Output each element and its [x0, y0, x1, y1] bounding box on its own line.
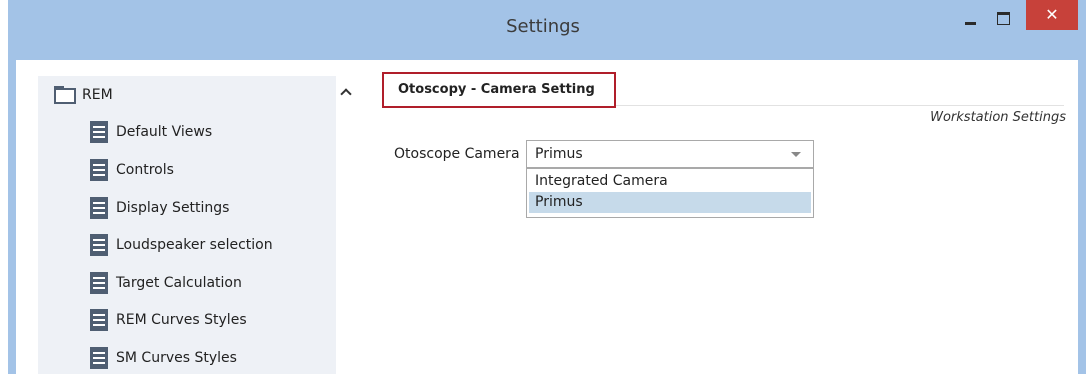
close-button[interactable]: ✕ [1026, 0, 1078, 30]
document-icon [90, 309, 108, 331]
settings-tree: REM Default Views Controls Display Setti… [16, 60, 358, 374]
settings-panel: Otoscopy - Camera Setting Workstation Se… [358, 60, 1078, 374]
tree-item-label: SM Curves Styles [116, 350, 237, 366]
tree-item-label: REM Curves Styles [116, 312, 247, 328]
otoscope-camera-select[interactable]: Primus [526, 140, 814, 168]
tree-item-label: Target Calculation [116, 275, 242, 291]
tree-item-label: Controls [116, 162, 174, 178]
document-icon [90, 234, 108, 256]
tree-item-rem-curves-styles[interactable]: REM Curves Styles [90, 305, 336, 335]
otoscope-camera-label: Otoscope Camera [394, 146, 520, 162]
folder-icon [54, 86, 76, 104]
window-title: Settings [506, 16, 580, 37]
document-icon [90, 159, 108, 181]
document-icon [90, 347, 108, 369]
document-icon [90, 121, 108, 143]
scope-label: Workstation Settings [930, 110, 1066, 125]
tree-item-display-settings[interactable]: Display Settings [90, 193, 336, 223]
section-divider [616, 105, 1064, 106]
chevron-up-icon[interactable] [340, 86, 352, 98]
tree-item-label: Default Views [116, 124, 213, 140]
tree-root-label: REM [82, 87, 113, 103]
document-icon [90, 197, 108, 219]
document-icon [90, 272, 108, 294]
tree-root-rem[interactable]: REM [54, 80, 334, 110]
section-title: Otoscopy - Camera Setting [382, 72, 616, 108]
chevron-down-icon [791, 152, 801, 157]
option-integrated-camera[interactable]: Integrated Camera [529, 171, 811, 192]
tree-item-loudspeaker-selection[interactable]: Loudspeaker selection [90, 230, 336, 260]
maximize-button[interactable] [988, 8, 1018, 30]
title-bar[interactable]: Settings ✕ [8, 0, 1086, 60]
option-primus[interactable]: Primus [529, 192, 811, 213]
tree-item-controls[interactable]: Controls [90, 155, 336, 185]
tree-item-label: Loudspeaker selection [116, 237, 273, 253]
tree-item-default-views[interactable]: Default Views [90, 117, 336, 147]
camera-options-list: Integrated Camera Primus [526, 168, 814, 218]
minimize-button[interactable] [955, 8, 985, 30]
tree-item-sm-curves-styles[interactable]: SM Curves Styles [90, 343, 336, 373]
close-icon: ✕ [1045, 5, 1059, 24]
window-client-area: REM Default Views Controls Display Setti… [16, 60, 1078, 374]
settings-window: Settings ✕ REM Default Views Controls Di… [8, 0, 1086, 374]
tree-item-label: Display Settings [116, 200, 230, 216]
tree-item-target-calculation[interactable]: Target Calculation [90, 268, 336, 298]
select-value: Primus [535, 146, 583, 162]
